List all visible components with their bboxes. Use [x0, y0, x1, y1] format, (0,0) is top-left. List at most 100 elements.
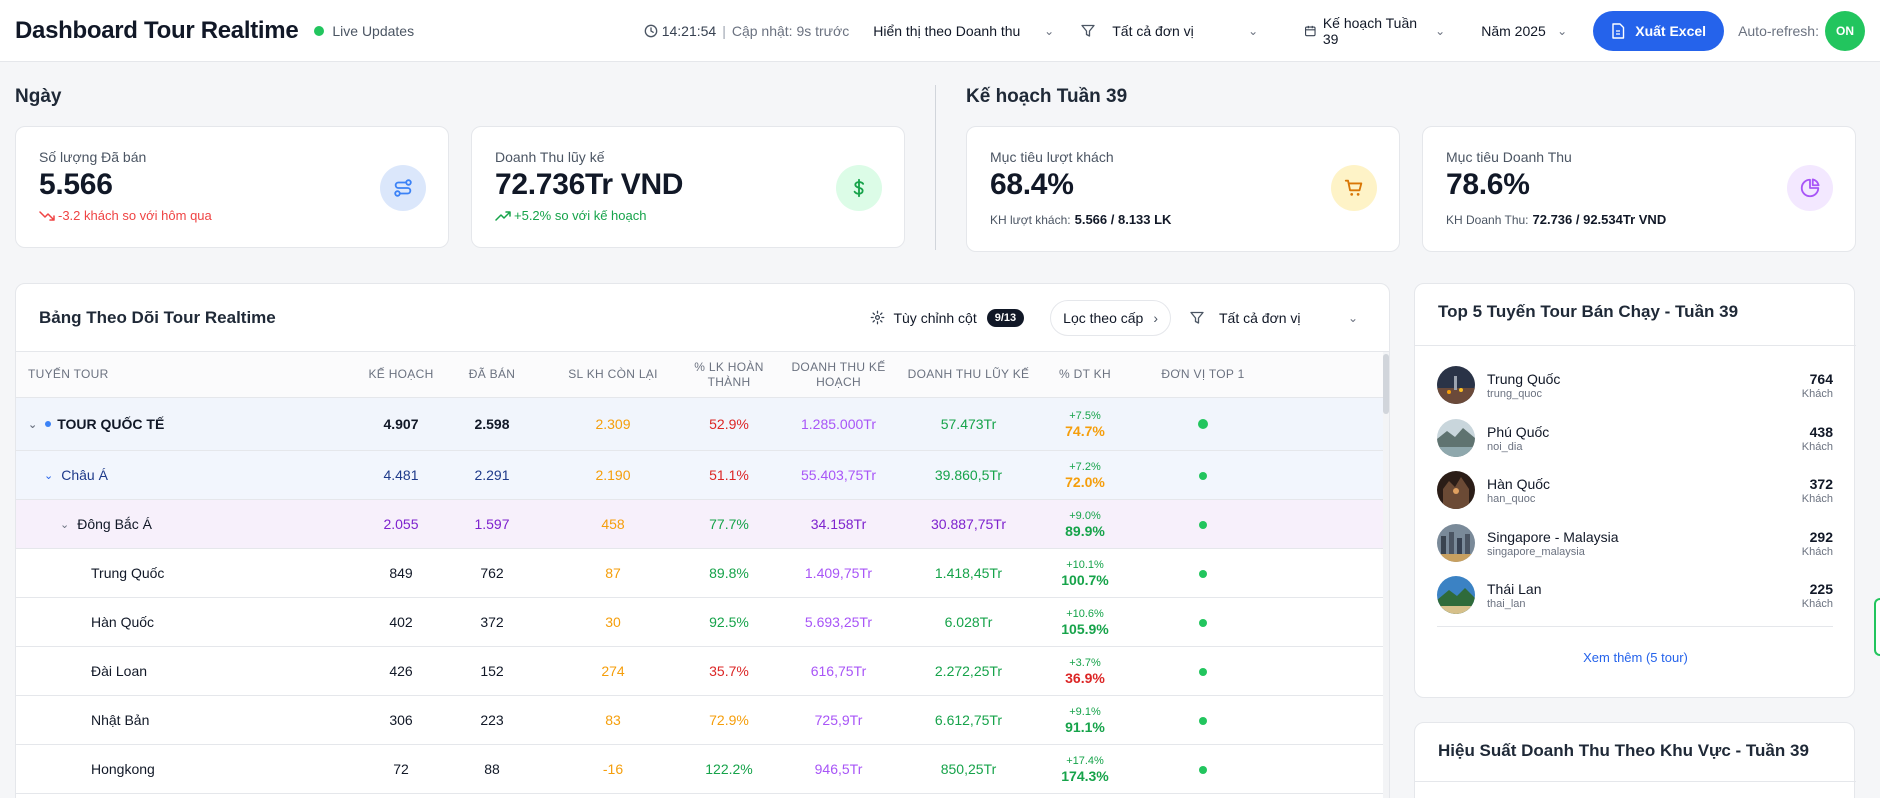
destination-thumbnail — [1437, 471, 1475, 509]
col-header-route[interactable]: Tuyến Tour — [16, 367, 361, 382]
revenue-pct-cell: +7.5% 74.7% — [1035, 409, 1135, 439]
plan-select[interactable]: Kế hoạch Tuần 39 ⌄ — [1292, 11, 1458, 50]
see-more-link[interactable]: Xem thêm (5 tour) — [1415, 650, 1856, 665]
top-header: Dashboard Tour Realtime Live Updates 14:… — [0, 0, 1880, 62]
top5-item[interactable]: Phú Quốc noi_dia 438 Khách — [1437, 412, 1833, 464]
top5-item[interactable]: Thái Lan thai_lan 225 Khách — [1437, 569, 1833, 621]
side-panel-handle[interactable] — [1874, 598, 1880, 656]
route-name: Đài Loan — [91, 663, 148, 679]
col-header-completion[interactable]: % LK Hoàn Thành — [683, 360, 775, 390]
display-mode-select[interactable]: Hiển thị theo Doanh thu ⌄ — [861, 11, 1067, 50]
route-name: TOUR QUỐC TẾ — [57, 416, 165, 432]
kpi-guest-target-sub: KH lượt khách: 5.566 / 8.133 LK — [990, 212, 1376, 227]
top5-count: 438 — [1809, 423, 1833, 440]
unit-select[interactable]: Tất cả đơn vị ⌄ — [1100, 11, 1271, 50]
sold-cell: 2.291 — [474, 467, 510, 483]
year-select-value: Năm 2025 — [1481, 22, 1546, 39]
revenue-pct-delta: +7.5% — [1069, 410, 1101, 422]
table-row[interactable]: ⌄ TOUR QUỐC TẾ 4.907 2.598 2.309 52.9% 1… — [16, 398, 1389, 451]
top5-count: 225 — [1809, 580, 1833, 597]
revenue-acc-cell: 39.860,5Tr — [934, 467, 1003, 483]
top5-slug: singapore_malaysia — [1487, 545, 1585, 558]
top5-item[interactable]: Hàn Quốc han_quoc 372 Khách — [1437, 464, 1833, 516]
kpi-revenue-label: Doanh Thu lũy kế — [495, 149, 605, 165]
table-scrollbar[interactable] — [1383, 352, 1389, 798]
plan-cell: 849 — [389, 565, 413, 581]
year-select[interactable]: Năm 2025 ⌄ — [1469, 11, 1580, 50]
route-name: Hongkong — [91, 761, 155, 777]
col-header-remaining[interactable]: SL KH Còn Lại — [543, 367, 683, 382]
col-header-revenue-acc[interactable]: Doanh Thu Lũy Kế — [902, 367, 1035, 382]
revenue-pct-delta: +10.6% — [1066, 608, 1104, 620]
col-header-revenue-pct[interactable]: % DT KH — [1035, 367, 1135, 382]
table-row[interactable]: Đài Loan 426 152 274 35.7% 616,75Tr 2.27… — [16, 647, 1389, 696]
col-header-plan[interactable]: Kế Hoạch — [361, 367, 441, 382]
column-count-badge: 9/13 — [986, 308, 1025, 327]
chevron-down-icon[interactable]: ⌄ — [44, 469, 53, 482]
status-dot-icon — [1198, 419, 1208, 429]
divider — [1415, 345, 1856, 346]
kpi-revenue-target-sub: KH Doanh Thu: 72.736 / 92.534Tr VND — [1446, 212, 1832, 227]
col-header-revenue-plan[interactable]: Doanh Thu Kế Hoạch — [775, 360, 902, 390]
table-row[interactable]: Nhật Bản 306 223 83 72.9% 725,9Tr 6.612,… — [16, 696, 1389, 745]
clock-icon — [644, 24, 658, 37]
remaining-cell: 274 — [601, 663, 625, 679]
revenue-pct-delta: +17.4% — [1066, 755, 1104, 767]
customize-columns-button[interactable]: Tùy chỉnh cột 9/13 — [870, 308, 1025, 327]
plan-cell: 426 — [389, 663, 413, 679]
divider — [1415, 781, 1856, 782]
sold-cell: 372 — [480, 614, 504, 630]
route-icon — [380, 165, 426, 211]
table-row[interactable]: ⌄ Châu Á 4.481 2.291 2.190 51.1% 55.403,… — [16, 451, 1389, 500]
chevron-down-icon: ⌄ — [1435, 23, 1446, 38]
performance-title: Hiệu Suất Doanh Thu Theo Khu Vực - Tuần … — [1438, 741, 1809, 760]
table-row[interactable]: Trung Quốc 849 762 87 89.8% 1.409,75Tr 1… — [16, 549, 1389, 598]
trend-down-icon — [39, 210, 55, 221]
chevron-down-icon[interactable]: ⌄ — [60, 518, 69, 531]
revenue-pct-delta: +3.7% — [1069, 657, 1101, 669]
table-unit-select[interactable]: Tất cả đơn vị ⌄ — [1181, 300, 1366, 336]
col-header-sold[interactable]: Đã Bán — [441, 367, 543, 382]
revenue-pct-cell: +7.2% 72.0% — [1035, 460, 1135, 490]
table-row[interactable]: Hàn Quốc 402 372 30 92.5% 5.693,25Tr 6.0… — [16, 598, 1389, 647]
top5-item[interactable]: Singapore - Malaysia singapore_malaysia … — [1437, 517, 1833, 569]
route-name: Hàn Quốc — [91, 614, 155, 630]
top5-name: Singapore - Malaysia — [1487, 528, 1619, 545]
export-excel-button[interactable]: Xuất Excel — [1593, 10, 1725, 51]
table-row[interactable]: Hongkong 72 88 -16 122.2% 946,5Tr 850,25… — [16, 745, 1389, 794]
status-dot-icon — [1199, 717, 1207, 725]
kpi-guest-target-sub-label: KH lượt khách: — [990, 212, 1071, 227]
top5-name: Thái Lan — [1487, 580, 1542, 597]
filter-level-button[interactable]: Lọc theo cấp › — [1050, 299, 1171, 336]
completion-cell: 77.7% — [709, 516, 749, 532]
kpi-guest-target-value: 68.4% — [990, 168, 1074, 201]
destination-thumbnail — [1437, 366, 1475, 404]
kpi-guest-target-sub-value: 5.566 / 8.133 LK — [1074, 212, 1172, 227]
table-row[interactable]: ⌄ Đông Bắc Á 2.055 1.597 458 77.7% 34.15… — [16, 500, 1389, 549]
revenue-pct-delta: +7.2% — [1069, 461, 1101, 473]
revenue-pct-value: 72.0% — [1065, 474, 1105, 490]
kpi-revenue-trend-text: +5.2% so với kế hoạch — [514, 208, 647, 223]
kpi-sold-value: 5.566 — [39, 168, 113, 201]
clock-separator: | — [722, 22, 726, 39]
performance-card: Hiệu Suất Doanh Thu Theo Khu Vực - Tuần … — [1414, 722, 1856, 798]
destination-thumbnail — [1437, 419, 1475, 457]
top5-count: 764 — [1809, 370, 1833, 387]
top5-item[interactable]: Trung Quốc trung_quoc 764 Khách — [1437, 359, 1833, 411]
display-mode-value: Hiển thị theo Doanh thu — [873, 22, 1021, 39]
plan-section-title: Kế hoạch Tuần 39 — [966, 86, 1128, 107]
file-excel-icon — [1612, 22, 1625, 39]
top5-count: 372 — [1809, 475, 1833, 492]
chevron-down-icon[interactable]: ⌄ — [28, 418, 37, 431]
top-unit-cell — [1135, 614, 1271, 630]
unit-select-value: Tất cả đơn vị — [1112, 22, 1194, 39]
col-header-top-unit[interactable]: Đơn Vị Top 1 — [1135, 367, 1271, 382]
revenue-plan-cell: 946,5Tr — [814, 761, 863, 777]
calendar-icon — [1305, 25, 1316, 36]
tour-table-title: Bảng Theo Dõi Tour Realtime — [39, 307, 276, 327]
top5-card: Top 5 Tuyến Tour Bán Chạy - Tuần 39 Trun… — [1414, 283, 1856, 698]
destination-thumbnail — [1437, 524, 1475, 562]
scrollbar-thumb[interactable] — [1383, 354, 1389, 414]
auto-refresh-toggle[interactable]: ON — [1825, 10, 1865, 51]
chevron-down-icon: ⌄ — [1044, 23, 1055, 38]
